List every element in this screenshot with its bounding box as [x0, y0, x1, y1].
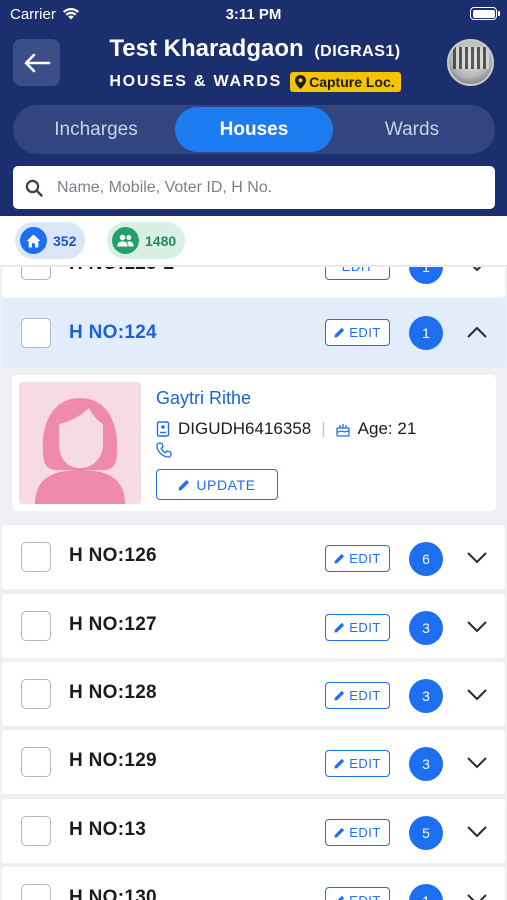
pencil-icon: [334, 327, 345, 338]
divider: |: [321, 419, 326, 438]
member-count-badge: 3: [409, 611, 443, 645]
segmented-tabs: Incharges Houses Wards: [13, 105, 495, 154]
house-checkbox[interactable]: [21, 679, 51, 709]
house-number: H NO:130: [69, 887, 157, 900]
member-age: Age: 21: [357, 419, 417, 438]
house-number: H NO:129: [69, 750, 157, 771]
pencil-icon: [337, 895, 345, 900]
member-avatar: [19, 382, 141, 504]
houses-count-chip[interactable]: 352: [15, 222, 86, 259]
group-icon: [112, 227, 139, 254]
house-row[interactable]: H NO:13 EDIT 5: [2, 799, 505, 863]
tab-houses[interactable]: Houses: [175, 107, 333, 152]
cake-icon: [336, 423, 350, 437]
house-checkbox[interactable]: [21, 611, 51, 641]
location-pin-icon: [295, 75, 307, 89]
profile-avatar[interactable]: [447, 39, 494, 86]
arrow-left-icon: [24, 53, 50, 72]
page-title: Test Kharadgaon (DIGRAS1): [70, 35, 440, 63]
edit-button[interactable]: EDIT: [325, 819, 390, 846]
id-card-icon: [156, 421, 170, 437]
chevron-down-icon[interactable]: [465, 547, 489, 567]
member-count-badge: 3: [409, 679, 443, 713]
chevron-down-icon[interactable]: [465, 752, 489, 772]
house-row[interactable]: H NO:129 EDIT 3: [2, 730, 505, 794]
chevron-up-icon[interactable]: [465, 323, 489, 343]
chevron-down-icon[interactable]: [465, 616, 489, 636]
house-row[interactable]: H NO:126 EDIT 6: [2, 525, 505, 589]
member-count-badge: 1: [409, 884, 443, 900]
houses-count: 352: [53, 232, 77, 249]
chevron-down-icon[interactable]: [465, 684, 489, 704]
house-checkbox[interactable]: [21, 884, 51, 900]
member-count-badge: 5: [409, 816, 443, 850]
edit-button[interactable]: EDIT: [325, 267, 390, 280]
tab-incharges[interactable]: Incharges: [17, 107, 175, 152]
capture-location-button[interactable]: Capture Loc.: [290, 72, 401, 92]
edit-button[interactable]: EDIT: [325, 545, 390, 572]
status-bar: Carrier 3:11 PM: [0, 0, 507, 30]
back-button[interactable]: [13, 39, 60, 86]
house-checkbox[interactable]: [21, 267, 51, 280]
member-count-badge: 1: [409, 267, 443, 284]
member-count-badge: 3: [409, 747, 443, 781]
village-code: (DIGRAS1): [314, 43, 401, 60]
house-checkbox[interactable]: [21, 318, 51, 348]
house-checkbox[interactable]: [21, 747, 51, 777]
search-bar: [13, 166, 495, 209]
status-time: 3:11 PM: [225, 6, 282, 23]
house-row[interactable]: H NO:128 EDIT 3: [2, 662, 505, 726]
member-count-badge: 1: [409, 316, 443, 350]
house-row[interactable]: H NO:130 EDIT 1: [2, 867, 505, 900]
edit-button[interactable]: EDIT: [325, 750, 390, 777]
summary-bar: 352 1480: [0, 216, 507, 266]
female-avatar-icon: [35, 398, 125, 504]
pencil-icon: [334, 758, 345, 769]
app-header: Carrier 3:11 PM Test Kharadgaon (DIGRAS1…: [0, 0, 507, 216]
home-icon: [20, 227, 47, 254]
house-row-expanded[interactable]: H NO:124 EDIT 1: [2, 299, 505, 367]
edit-button[interactable]: EDIT: [325, 614, 390, 641]
member-count-badge: 6: [409, 542, 443, 576]
edit-button[interactable]: EDIT: [325, 887, 390, 900]
tab-wards[interactable]: Wards: [333, 107, 491, 152]
voter-id: DIGUDH6416358: [178, 419, 312, 438]
pencil-icon: [178, 479, 190, 490]
chevron-down-icon[interactable]: [465, 821, 489, 841]
member-card[interactable]: Gaytri Rithe DIGUDH6416358 | Age: 21 UPD…: [12, 375, 496, 511]
house-checkbox[interactable]: [21, 816, 51, 846]
page-subtitle: HOUSES & WARDS: [109, 73, 283, 90]
search-input[interactable]: [57, 178, 477, 197]
member-info-row: DIGUDH6416358 | Age: 21: [156, 419, 416, 439]
house-number: H NO:123-2: [69, 267, 174, 275]
houses-list[interactable]: H NO:123-2 EDIT 1 H NO:124 EDIT 1 H NO:1…: [0, 267, 507, 900]
pencil-icon: [334, 827, 345, 838]
chevron-down-icon[interactable]: [465, 889, 489, 900]
house-number: H NO:124: [69, 322, 157, 343]
house-number: H NO:13: [69, 819, 147, 840]
battery-icon: [470, 7, 500, 20]
phone-icon[interactable]: [156, 442, 172, 458]
house-number: H NO:126: [69, 545, 157, 566]
house-number: H NO:127: [69, 614, 157, 635]
pencil-icon: [334, 622, 345, 633]
people-count: 1480: [145, 232, 177, 249]
village-name: Test Kharadgaon: [109, 35, 304, 62]
search-icon: [25, 179, 43, 197]
people-count-chip[interactable]: 1480: [107, 222, 186, 259]
update-button[interactable]: UPDATE: [156, 469, 278, 500]
edit-button[interactable]: EDIT: [325, 682, 390, 709]
pencil-icon: [334, 553, 345, 564]
house-checkbox[interactable]: [21, 542, 51, 572]
subtitle-row: HOUSES & WARDS Capture Loc.: [70, 72, 440, 92]
pencil-icon: [334, 690, 345, 701]
house-number: H NO:128: [69, 682, 157, 703]
edit-button[interactable]: EDIT: [325, 319, 390, 346]
chevron-down-icon[interactable]: [465, 267, 489, 275]
house-row[interactable]: H NO:127 EDIT 3: [2, 594, 505, 658]
member-name[interactable]: Gaytri Rithe: [156, 388, 251, 409]
capture-location-label: Capture Loc.: [309, 74, 395, 90]
house-row[interactable]: H NO:123-2 EDIT 1: [2, 267, 505, 297]
